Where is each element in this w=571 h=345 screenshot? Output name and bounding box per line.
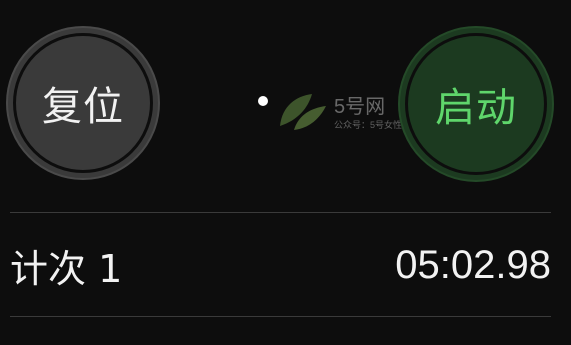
page-indicator[interactable] (258, 96, 268, 106)
reset-button-label: 复位 (42, 84, 124, 130)
page-dot-active (258, 96, 268, 106)
watermark-subtitle: 公众号：5号女性 (334, 120, 403, 130)
lap-time: 05:02.98 (395, 242, 551, 287)
watermark-title: 5号网 (334, 96, 386, 118)
start-button[interactable]: 启动 (398, 26, 554, 182)
lap-label: 计次 1 (10, 246, 123, 291)
start-button-label: 启动 (435, 85, 517, 131)
reset-button[interactable]: 复位 (6, 26, 160, 180)
list-divider-top (10, 212, 551, 213)
leaf-logo-icon (280, 94, 326, 130)
lap-list-item: 计次 1 05:02.98 (10, 222, 551, 308)
list-divider-bottom (10, 316, 551, 317)
